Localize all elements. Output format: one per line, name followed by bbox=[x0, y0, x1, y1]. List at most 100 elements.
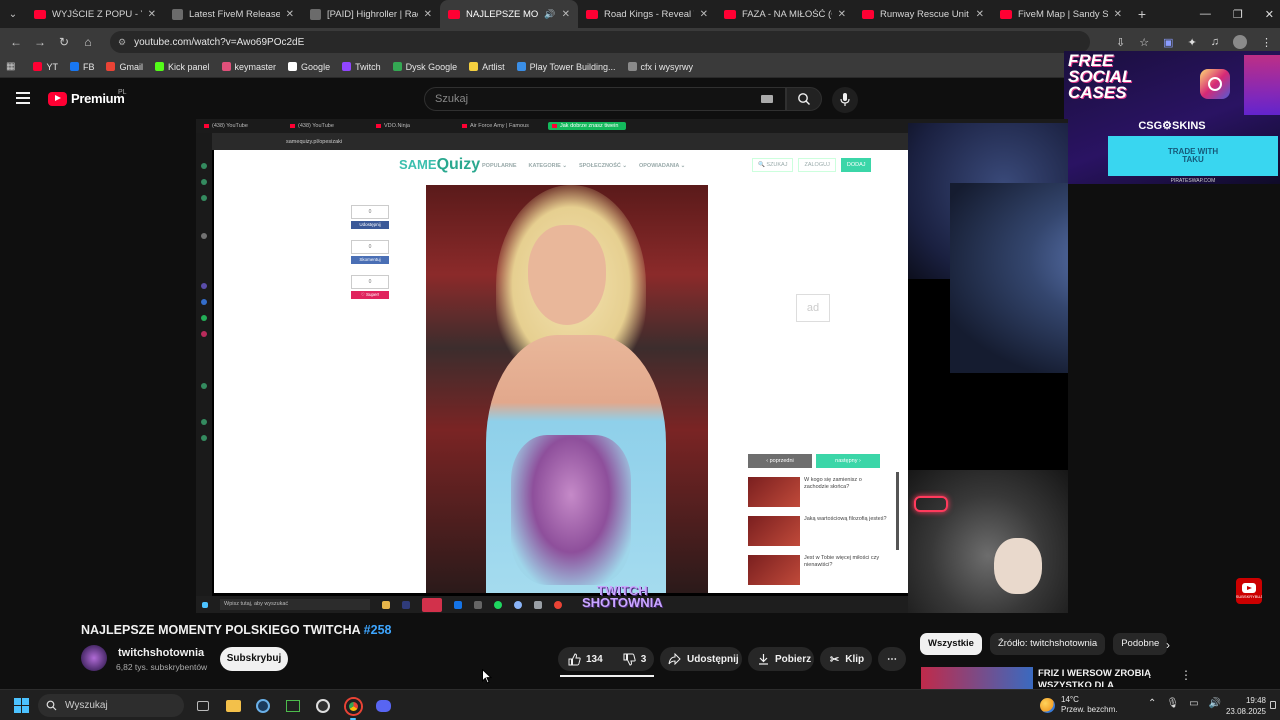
more-actions-button[interactable]: ⋯ bbox=[878, 647, 906, 671]
video-hashtag[interactable]: #258 bbox=[364, 623, 392, 637]
keyboard-icon[interactable] bbox=[761, 95, 773, 103]
install-app-icon[interactable]: ⇩ bbox=[1116, 36, 1125, 49]
browser-tab[interactable]: FAZA - NA MIŁOŚĆ (Offic ✕ bbox=[716, 0, 854, 28]
reload-button[interactable]: ↻ bbox=[52, 35, 76, 49]
forward-button[interactable]: → bbox=[28, 35, 52, 49]
tab-close-icon[interactable]: ✕ bbox=[562, 9, 570, 20]
bookmark-item[interactable]: Google bbox=[282, 62, 336, 72]
bookmark-item[interactable]: cfx i wysyrwy bbox=[622, 62, 700, 72]
bookmark-item[interactable]: Artlist bbox=[463, 62, 511, 72]
microphone-icon[interactable]: 🎙 bbox=[1166, 698, 1179, 709]
bookmark-label: Gmail bbox=[119, 61, 143, 72]
browser-tab[interactable]: FiveM Map | Sandy Shore ✕ bbox=[992, 0, 1130, 28]
video-player[interactable]: (438) YouTube (438) YouTube VDO.Ninja Air F… bbox=[196, 119, 1068, 613]
dislike-button[interactable]: 3 bbox=[613, 647, 657, 671]
menu-hamburger-icon[interactable] bbox=[16, 92, 30, 104]
video-title: NAJLEPSZE MOMENTY POLSKIEGO TWITCHA #258 bbox=[81, 623, 391, 637]
notifications-icon[interactable] bbox=[1270, 701, 1276, 709]
browser-tab[interactable]: Latest FiveM Releases top ✕ bbox=[164, 0, 302, 28]
weather-temperature: 14°C bbox=[1061, 695, 1079, 704]
chrome-icon[interactable] bbox=[342, 695, 364, 720]
tab-search-chevron-icon[interactable]: ⌄ bbox=[0, 0, 26, 28]
filter-chip[interactable]: Wszystkie bbox=[920, 633, 982, 655]
youtube-logo[interactable]: Premium bbox=[48, 91, 125, 106]
filter-chip[interactable]: Źródło: twitchshotownia bbox=[989, 633, 1106, 655]
restore-window-button[interactable]: ❐ bbox=[1233, 8, 1243, 21]
apps-grid-icon[interactable]: ▦ bbox=[6, 61, 15, 72]
channel-name[interactable]: twitchshotownia bbox=[118, 647, 204, 659]
subscribe-watermark-button[interactable]: SUBSKRYBUJ bbox=[1236, 578, 1262, 604]
tab-close-icon[interactable]: ✕ bbox=[1114, 9, 1122, 20]
download-button[interactable]: Pobierz bbox=[748, 647, 814, 671]
filter-chip[interactable]: Podobne bbox=[1113, 633, 1168, 655]
steam-icon[interactable] bbox=[252, 695, 274, 717]
stream-tab-title: VDO.Ninja bbox=[384, 123, 410, 129]
bookmark-item[interactable]: FB bbox=[64, 62, 101, 72]
youtube-play-icon bbox=[48, 91, 67, 106]
tab-close-icon[interactable]: ✕ bbox=[700, 9, 708, 20]
tab-close-icon[interactable]: ✕ bbox=[976, 9, 984, 20]
bookmark-item[interactable]: Play Tower Building... bbox=[511, 62, 622, 72]
file-explorer-icon[interactable] bbox=[222, 695, 244, 717]
volume-icon[interactable]: 🔊 bbox=[1209, 698, 1221, 709]
browser-tab[interactable]: Runway Rescue Unit - Five ✕ bbox=[854, 0, 992, 28]
recommended-title[interactable]: FRIZ I WERSOW ZROBIĄ WSZYSTKO DLA PIENIĘ… bbox=[1038, 668, 1168, 687]
tab-close-icon[interactable]: ✕ bbox=[838, 9, 846, 20]
bookmark-star-icon[interactable]: ☆ bbox=[1139, 36, 1149, 49]
tab-close-icon[interactable]: ✕ bbox=[424, 9, 432, 20]
browser-menu-icon[interactable]: ⋮ bbox=[1261, 36, 1272, 49]
subscribe-button[interactable]: Subskrybuj bbox=[220, 647, 288, 671]
recommended-more-icon[interactable]: ⋮ bbox=[1180, 668, 1192, 682]
like-button[interactable]: 134 bbox=[558, 647, 613, 671]
bookmark-item[interactable]: Dysk Google bbox=[387, 62, 464, 72]
windows-start-icon[interactable] bbox=[14, 698, 29, 713]
back-button[interactable]: ← bbox=[4, 35, 28, 49]
webcam-person-head bbox=[994, 538, 1042, 594]
thumbs-up-icon bbox=[568, 652, 581, 665]
home-button[interactable]: ⌂ bbox=[76, 35, 100, 49]
discord-icon[interactable] bbox=[372, 695, 394, 717]
bookmark-item[interactable]: Gmail bbox=[100, 62, 149, 72]
extension-icon[interactable]: ▣ bbox=[1163, 36, 1173, 49]
site-nav-item: SPOŁECZNOŚĆ ⌄ bbox=[578, 163, 627, 169]
obs-icon[interactable] bbox=[312, 695, 334, 717]
browser-tab[interactable]: NAJLEPSZE MOMENT 🔊 ✕ bbox=[440, 0, 578, 28]
chevron-right-icon[interactable]: › bbox=[1166, 638, 1170, 652]
browser-tab[interactable]: [PAID] Highroller | Racing ✕ bbox=[302, 0, 440, 28]
media-control-icon[interactable]: ♫ bbox=[1211, 36, 1219, 48]
profile-avatar[interactable] bbox=[1233, 35, 1247, 49]
system-clock[interactable]: 19:48 23.08.2025 bbox=[1222, 695, 1266, 717]
network-icon[interactable]: ▭ bbox=[1189, 698, 1198, 709]
clip-button[interactable]: ✂ Klip bbox=[820, 647, 872, 671]
minimize-window-button[interactable]: — bbox=[1200, 8, 1211, 20]
site-logo: SAMEQuizy bbox=[399, 156, 480, 174]
voice-search-button[interactable] bbox=[832, 87, 858, 113]
channel-avatar[interactable] bbox=[81, 645, 107, 671]
address-bar[interactable]: ⚙ youtube.com/watch?v=Awo69POc2dE bbox=[110, 31, 1090, 53]
browser-tab[interactable]: Road Kings - Reveal Trailer ✕ bbox=[578, 0, 716, 28]
taskbar-search-box[interactable]: Wyszukaj bbox=[38, 694, 184, 717]
weather-widget[interactable]: 14°C Przew. bezchm. bbox=[1040, 695, 1117, 715]
quiz-list: W kogo się zamienisz o zachodzie słońca?… bbox=[748, 477, 888, 593]
bookmark-item[interactable]: YT bbox=[27, 62, 64, 72]
tab-close-icon[interactable]: ✕ bbox=[286, 9, 294, 20]
extensions-puzzle-icon[interactable]: ✦ bbox=[1188, 36, 1197, 49]
recommended-thumbnail[interactable] bbox=[921, 667, 1033, 689]
task-view-icon[interactable] bbox=[192, 695, 214, 717]
new-tab-button[interactable]: + bbox=[1130, 6, 1154, 22]
scissors-icon: ✂ bbox=[830, 653, 840, 666]
bookmark-item[interactable]: Twitch bbox=[336, 62, 387, 72]
tab-close-icon[interactable]: ✕ bbox=[148, 9, 156, 20]
bookmark-item[interactable]: keymaster bbox=[216, 62, 283, 72]
tray-chevron-up-icon[interactable]: ⌃ bbox=[1148, 698, 1156, 709]
xbox-icon[interactable] bbox=[282, 695, 304, 717]
close-window-button[interactable]: ✕ bbox=[1265, 8, 1274, 21]
search-button[interactable] bbox=[786, 87, 822, 111]
bookmark-item[interactable]: Kick panel bbox=[149, 62, 216, 72]
browser-tab[interactable]: WYJŚCIE Z POPU - YouTube ✕ bbox=[26, 0, 164, 28]
share-button[interactable]: Udostępnij bbox=[660, 647, 742, 671]
site-info-icon[interactable]: ⚙ bbox=[118, 37, 126, 48]
search-input[interactable]: Szukaj bbox=[424, 87, 786, 111]
share-icon bbox=[668, 653, 681, 665]
tab-audio-icon[interactable]: 🔊 bbox=[544, 9, 555, 20]
